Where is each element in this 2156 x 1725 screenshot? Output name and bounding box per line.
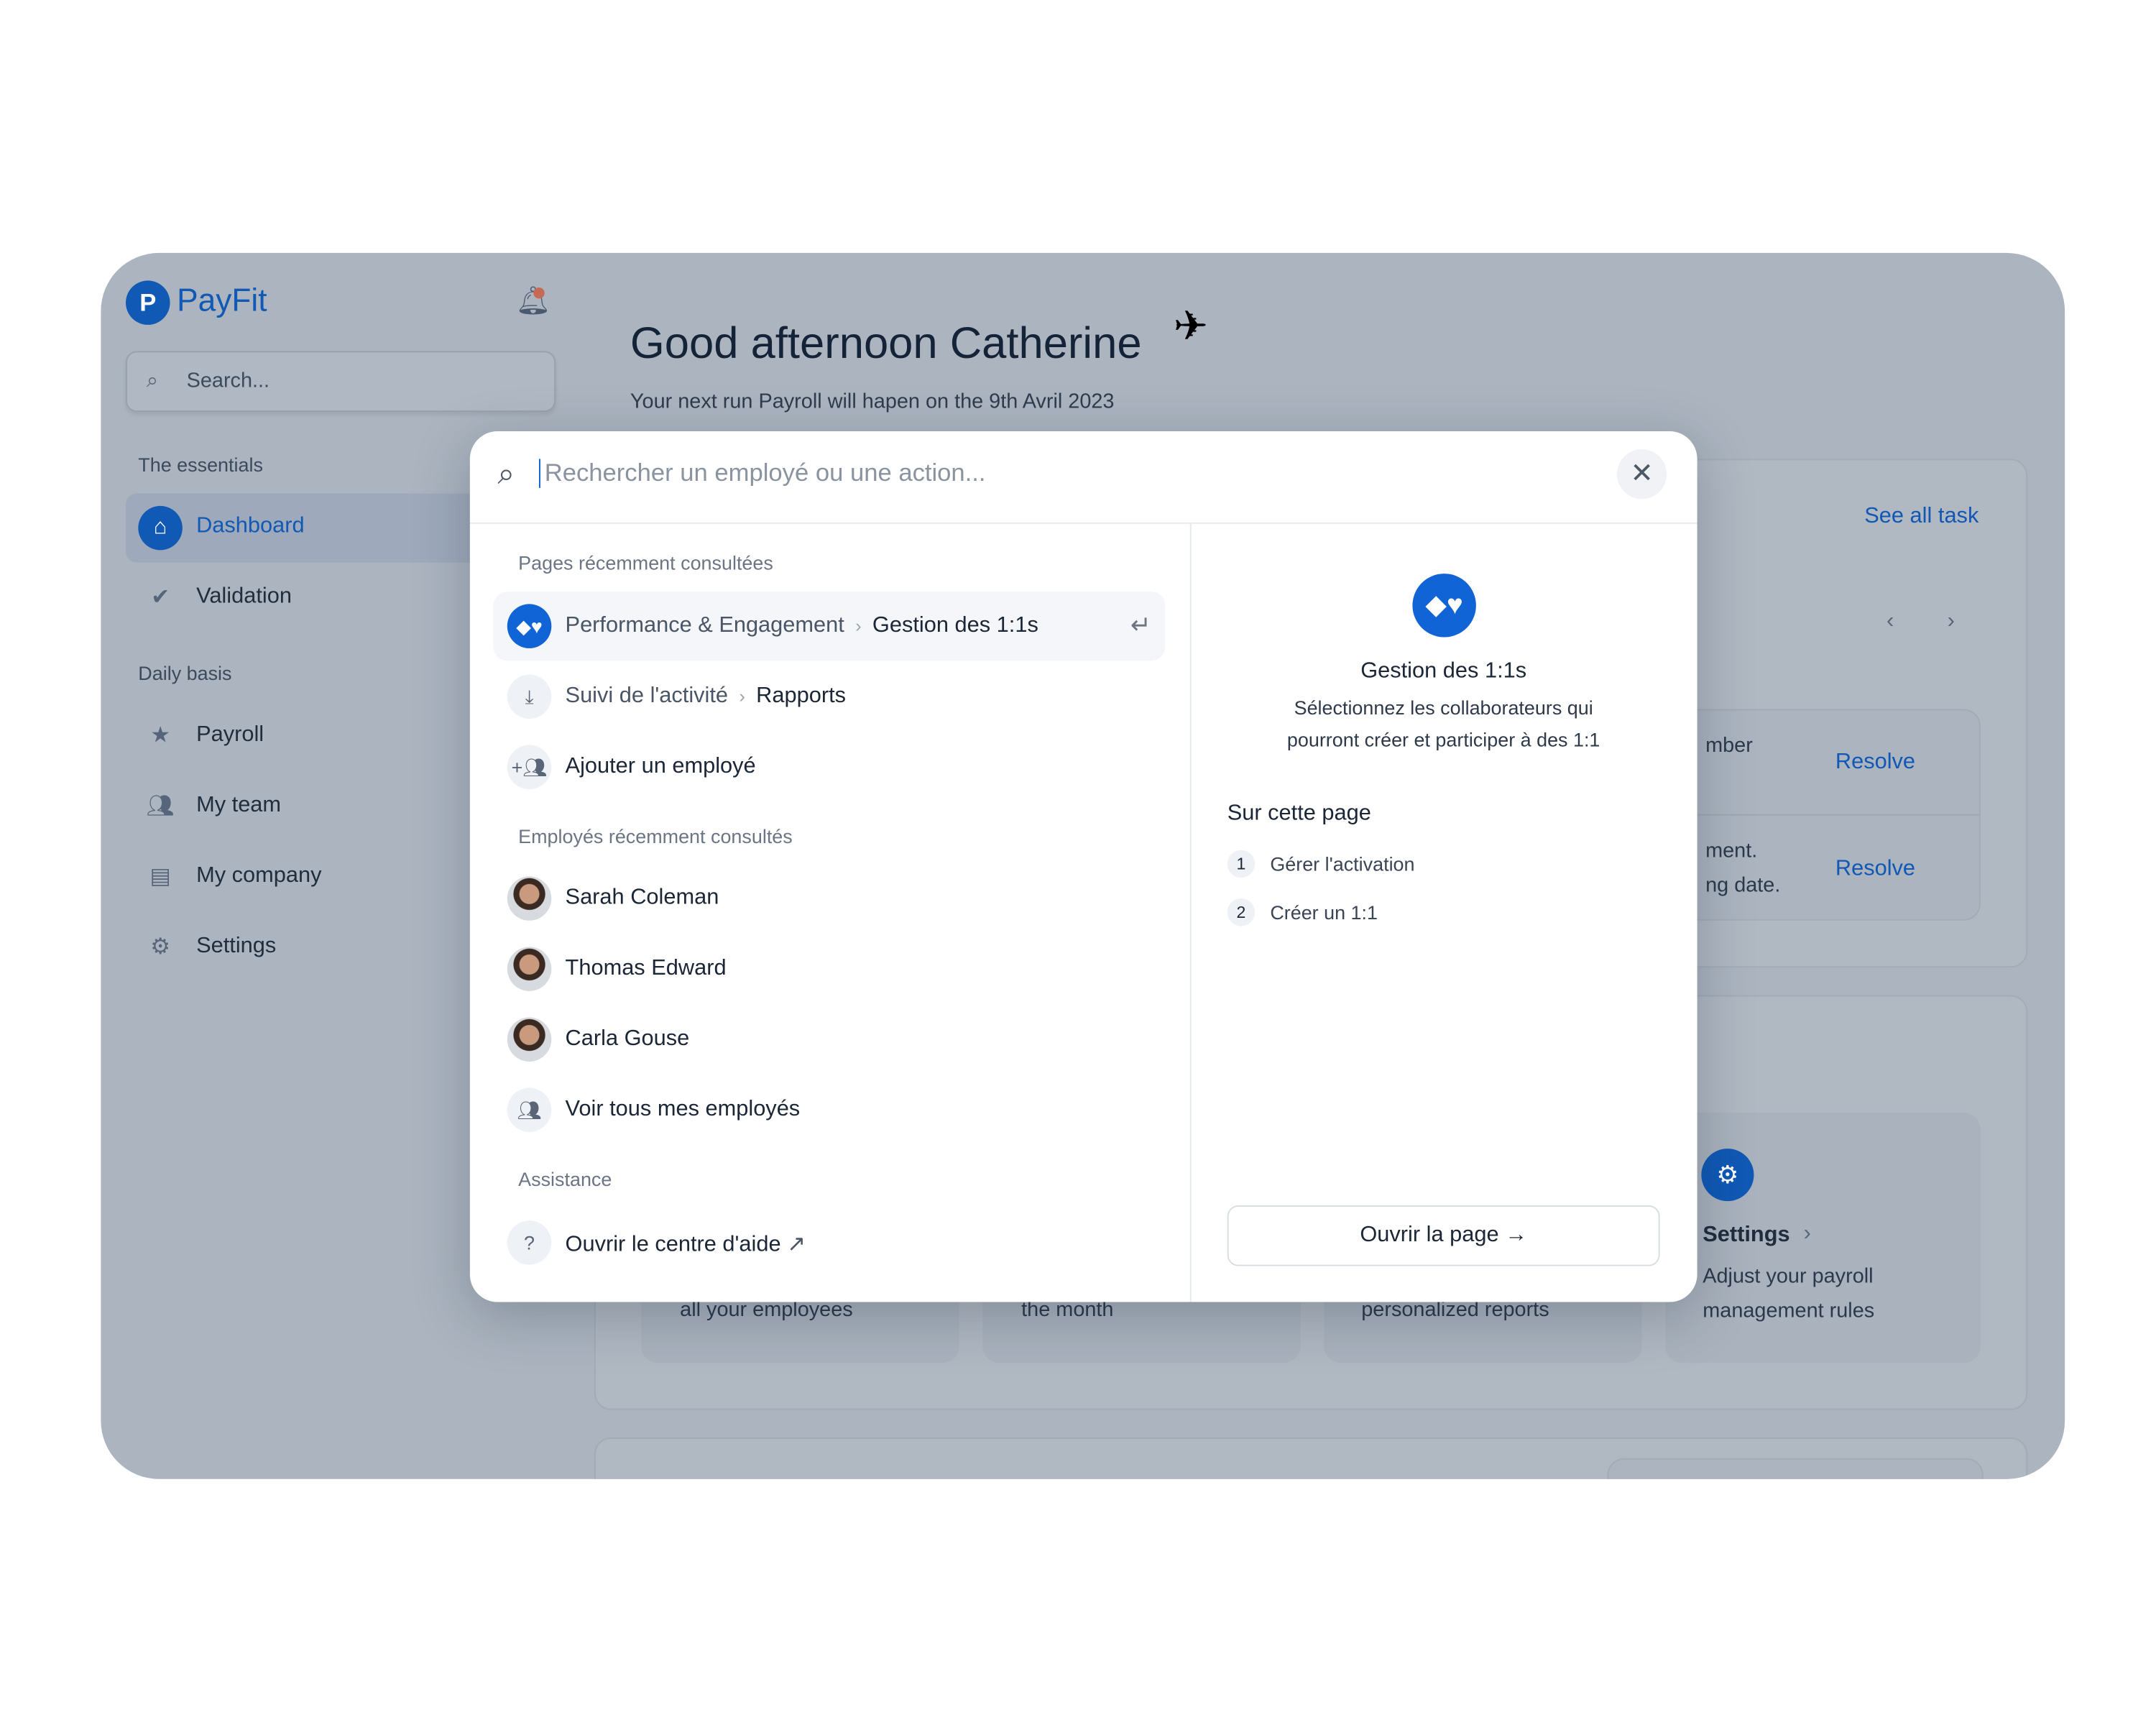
sidebar-item-label: My team: [196, 793, 282, 817]
see-all-employees-item[interactable]: 👥︎ Voir tous mes employés: [494, 1075, 1166, 1144]
employee-name: Sarah Coleman: [565, 886, 719, 910]
employee-name: Thomas Edward: [565, 956, 727, 980]
close-button[interactable]: ✕: [1617, 449, 1667, 500]
enter-key-icon: ↵: [1130, 611, 1151, 639]
employee-item[interactable]: Carla Gouse: [494, 1005, 1166, 1074]
item-label: Ouvrir le centre d'aide: [565, 1233, 781, 1257]
sidebar-item-my-company[interactable]: ▤ My company: [126, 843, 512, 912]
sidebar-item-label: Payroll: [196, 722, 264, 747]
employee-item[interactable]: Thomas Edward: [494, 934, 1166, 1003]
sidebar-item-label: Dashboard: [196, 514, 305, 538]
recent-page-item[interactable]: ◆♥ Performance & Engagement › Gestion des …: [493, 592, 1166, 661]
item-label: Voir tous mes employés: [565, 1097, 801, 1121]
store-icon: ▤: [149, 865, 171, 889]
chevron-right-icon: ›: [1803, 1222, 1811, 1246]
avatar: [507, 1017, 552, 1062]
notification-dot: [533, 288, 545, 299]
on-page-label: Sur cette page: [1227, 801, 1371, 826]
page-parent: Performance & Engagement: [565, 613, 844, 638]
page-name: Rapports: [756, 684, 847, 708]
recent-pages-label: Pages récemment consultées: [518, 551, 773, 574]
chevron-right-icon: ›: [739, 685, 745, 707]
sidebar-item-my-team[interactable]: 👥︎ My team: [126, 773, 512, 842]
task-text: ment.: [1705, 839, 1758, 863]
tile-title: Settings: [1703, 1223, 1790, 1247]
chevron-right-icon[interactable]: ›: [1948, 610, 1955, 635]
recent-page-item[interactable]: ⤓ Suivi de l'activité › Rapports: [494, 662, 1166, 731]
sidebar-item-label: My company: [196, 863, 322, 888]
palette-search-input[interactable]: [539, 459, 1507, 488]
page-parent: Suivi de l'activité: [565, 684, 729, 708]
employee-name: Carla Gouse: [565, 1026, 690, 1051]
paper-plane-hand-icon: ✈: [1173, 304, 1209, 350]
team-icon: 👥︎: [146, 794, 175, 819]
preview-desc: pourront créer et participer à des 1:1: [1286, 728, 1600, 751]
search-icon: ⌕: [146, 369, 159, 393]
item-label: Ajouter un employé: [565, 755, 756, 778]
question-icon: ?: [507, 1220, 552, 1265]
task-text: mber: [1705, 734, 1753, 758]
sidebar-item-dashboard[interactable]: ⌂ Dashboard: [126, 493, 513, 563]
command-palette: ⌕ ✕ Pages récemment consultées ◆♥ Perfor…: [469, 431, 1697, 1302]
section-daily: Daily basis: [138, 662, 232, 684]
assistance-label: Assistance: [518, 1168, 612, 1190]
payfit-logo-icon: P: [126, 280, 170, 325]
sidebar-item-validation[interactable]: ✔ Validation: [126, 564, 512, 633]
page-subtitle: Your next run Payroll will hapen on the …: [630, 390, 1115, 414]
bottom-card: [594, 1438, 2028, 1479]
open-page-button[interactable]: Ouvrir la page →: [1227, 1205, 1660, 1266]
resolve-button[interactable]: Resolve: [1835, 750, 1915, 776]
shapes-icon: ◆♥: [507, 604, 552, 648]
external-link-icon: ↗: [787, 1233, 806, 1257]
search-icon: ⌕: [497, 456, 515, 491]
button-label: Ouvrir la page: [1360, 1223, 1499, 1247]
palette-search-bar: ⌕ ✕: [469, 431, 1697, 524]
avatar: [507, 947, 552, 991]
sidebar-item-payroll[interactable]: ★ Payroll: [126, 702, 512, 771]
chevron-right-icon: ›: [855, 615, 862, 636]
page-name: Gestion des 1:1s: [872, 613, 1038, 638]
see-all-tasks-link[interactable]: See all task: [1864, 505, 1978, 530]
chevron-left-icon[interactable]: ‹: [1886, 610, 1894, 635]
tile-desc: Adjust your payroll: [1703, 1264, 1874, 1289]
team-icon: 👥︎: [507, 1087, 552, 1133]
shapes-icon: ◆♥: [1412, 574, 1476, 638]
avatar: [507, 876, 552, 921]
sidebar-item-label: Settings: [196, 934, 277, 958]
task-text: ng date.: [1705, 873, 1781, 898]
search-placeholder: Search...: [186, 369, 270, 393]
section-label: Créer un 1:1: [1270, 901, 1378, 924]
download-icon: ⤓: [507, 674, 552, 719]
help-center-item[interactable]: ? Ouvrir le centre d'aide ↗: [494, 1208, 1166, 1277]
section-label: Gérer l'activation: [1270, 852, 1415, 875]
employee-item[interactable]: Sarah Coleman: [494, 864, 1166, 933]
sidebar-item-label: Validation: [196, 584, 292, 609]
tile-desc: management rules: [1703, 1299, 1875, 1323]
gear-icon: ⚙: [150, 935, 170, 960]
gear-icon: ⚙: [1701, 1149, 1754, 1202]
sidebar-item-settings[interactable]: ⚙ Settings: [126, 914, 512, 983]
page-title: Good afternoon Catherine: [630, 318, 1142, 368]
arrow-right-icon: →: [1505, 1223, 1527, 1247]
divider: [1189, 523, 1192, 1302]
home-icon: ⌂: [138, 505, 183, 551]
app-name: PayFit: [177, 282, 267, 318]
add-user-icon: +👥︎: [507, 745, 552, 790]
section-number: 2: [1227, 898, 1256, 926]
add-employee-item[interactable]: +👥︎ Ajouter un employé: [494, 732, 1166, 801]
preview-desc: Sélectionnez les collaborateurs qui: [1294, 696, 1593, 719]
sidebar-search[interactable]: ⌕ Search...: [126, 351, 556, 413]
resolve-button[interactable]: Resolve: [1835, 857, 1915, 882]
section-number: 1: [1227, 850, 1256, 878]
payroll-icon: ★: [150, 724, 170, 748]
badge-check-icon: ✔: [151, 586, 170, 610]
shortcut-tile-settings[interactable]: ⚙ Settings › Adjust your payroll managem…: [1665, 1113, 1981, 1363]
bell-icon[interactable]: 🔔︎: [515, 283, 550, 318]
preview-title: Gestion des 1:1s: [1360, 659, 1527, 684]
section-essentials: The essentials: [138, 453, 263, 476]
page-section-link[interactable]: 1 Gérer l'activation: [1227, 850, 1415, 878]
recent-employees-label: Employés récemment consultés: [518, 825, 793, 847]
page-section-link[interactable]: 2 Créer un 1:1: [1227, 898, 1378, 926]
